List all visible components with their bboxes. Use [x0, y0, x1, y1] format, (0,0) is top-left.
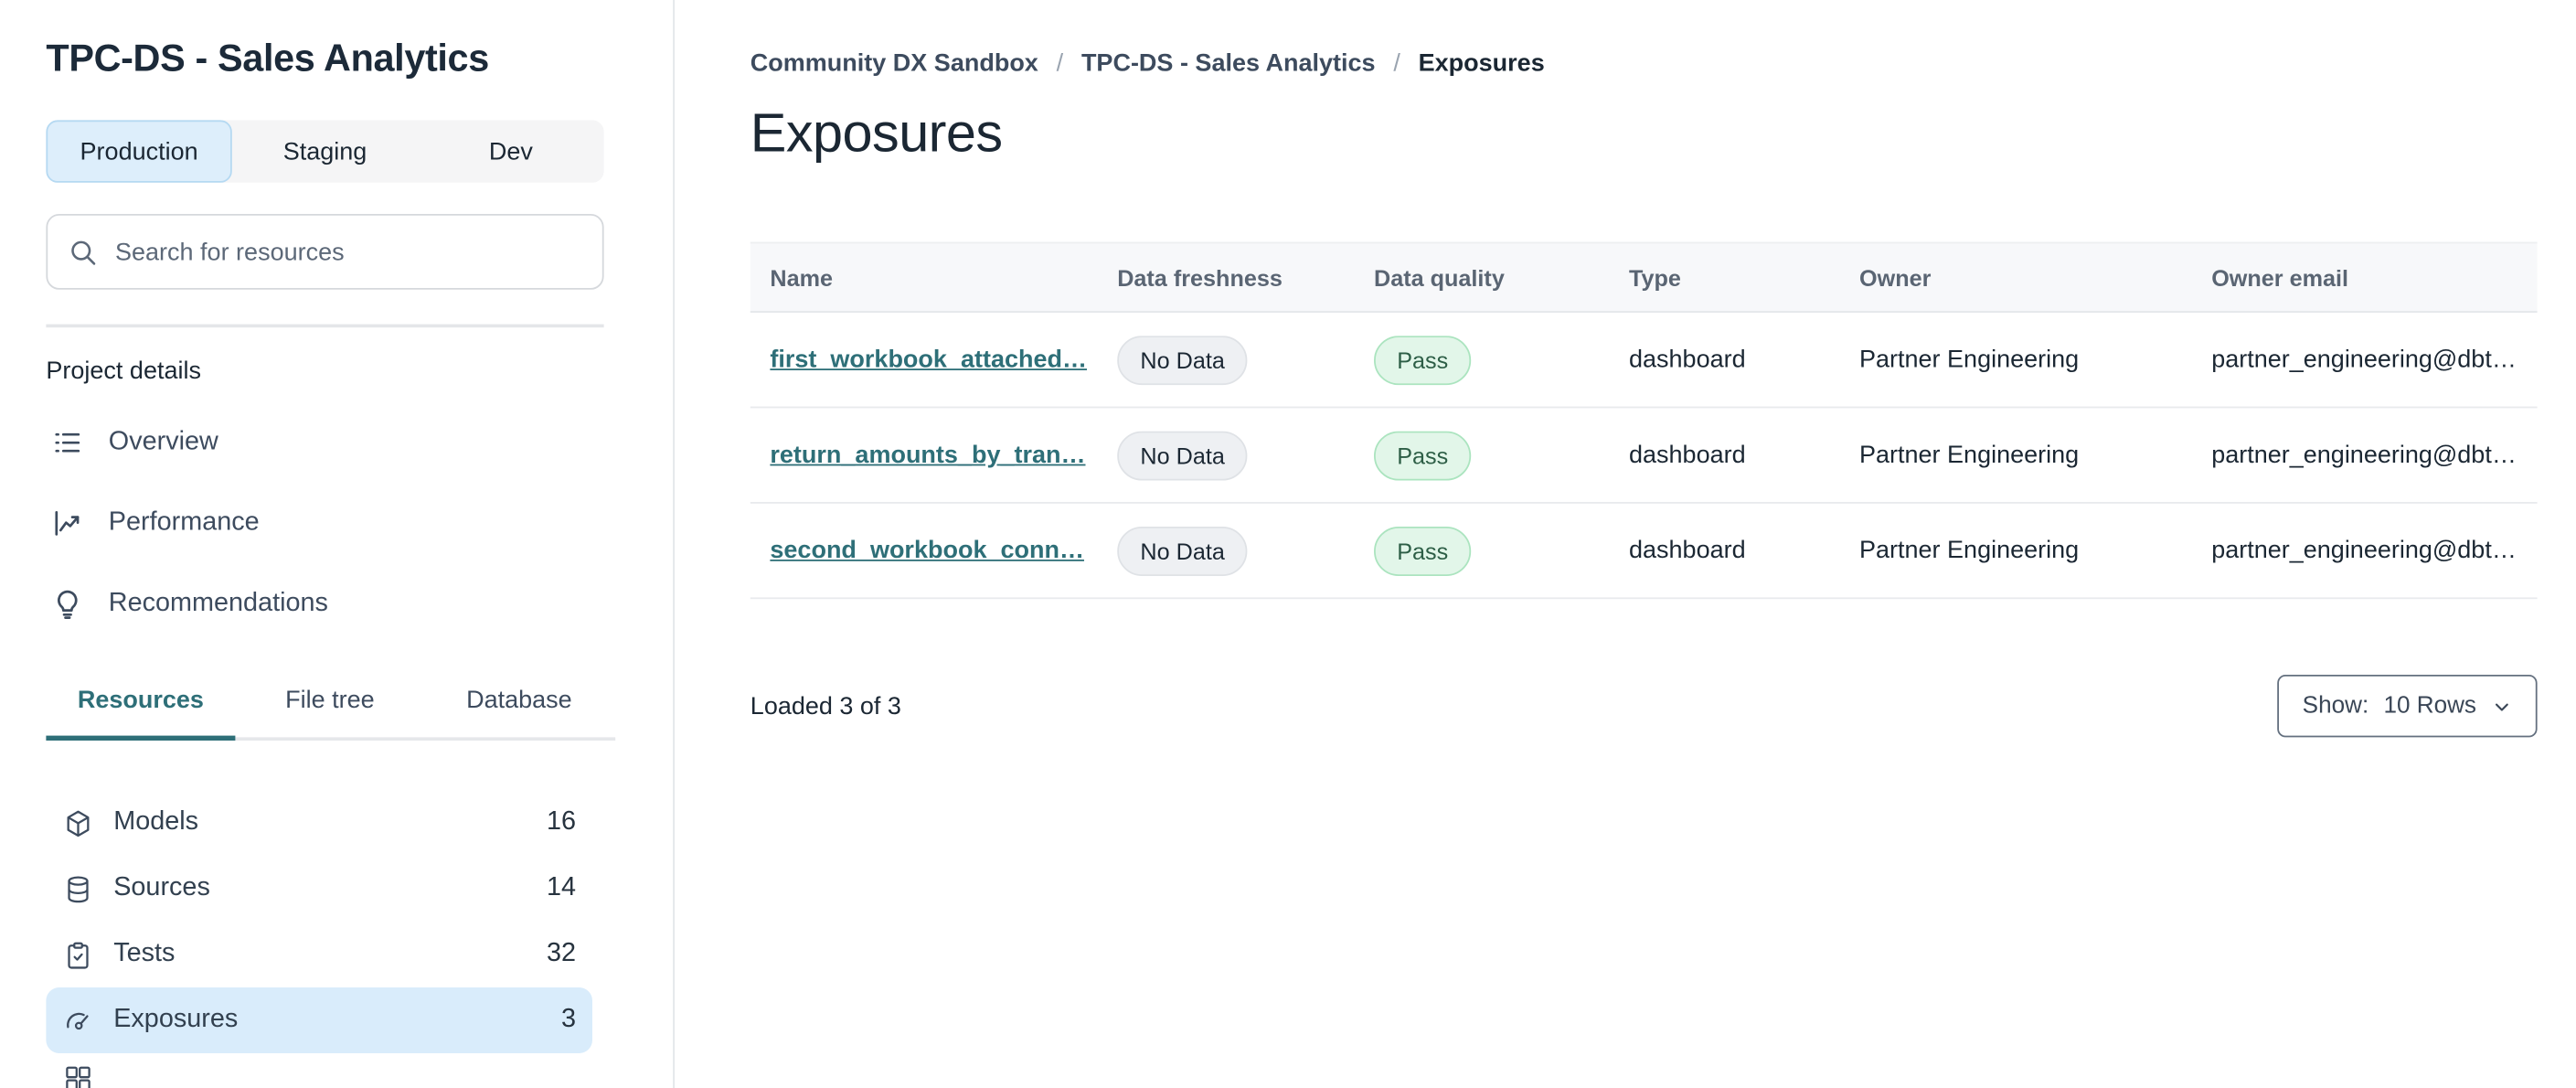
environment-tabs: Production Staging Dev [46, 120, 604, 183]
tab-file-tree[interactable]: File tree [235, 687, 424, 741]
exposure-name-link[interactable]: second_workbook_conn… [770, 537, 1084, 565]
show-label: Show: [2302, 692, 2369, 720]
nav-item-label: Recommendations [108, 588, 328, 617]
resource-list: Models 16 Sources 14 Tests 32 Exposures … [46, 790, 592, 1088]
resource-item-models[interactable]: Models 16 [46, 790, 592, 856]
breadcrumb-project[interactable]: TPC-DS - Sales Analytics [1081, 49, 1376, 78]
column-header-owner: Owner [1859, 263, 1932, 291]
nav-item-label: Overview [108, 427, 218, 455]
database-icon [62, 873, 113, 904]
sidebar-divider [46, 324, 604, 328]
env-tab-dev[interactable]: Dev [418, 120, 603, 182]
search-icon [68, 236, 99, 267]
dbt-explorer-app: TPC-DS - Sales Analytics Production Stag… [0, 0, 2576, 1088]
breadcrumb-separator: / [1056, 49, 1064, 78]
resource-label: Models [113, 807, 199, 837]
data-quality-badge: Pass [1374, 430, 1472, 480]
column-header-data-freshness: Data freshness [1117, 263, 1283, 291]
table-footer: Loaded 3 of 3 Show: 10 Rows [750, 675, 2538, 738]
gauge-icon [62, 1005, 113, 1036]
table-header-row: Name Data freshness Data quality Type Ow… [750, 241, 2538, 313]
cube-icon [62, 807, 113, 838]
exposure-owner-email: partner_engineering@dbt… [2211, 536, 2517, 565]
resource-item-tests[interactable]: Tests 32 [46, 922, 592, 987]
sidebar-main-divider [673, 0, 675, 1088]
app-viewport: TPC-DS - Sales Analytics Production Stag… [0, 0, 2576, 1088]
exposure-owner-email: partner_engineering@dbt… [2211, 441, 2517, 469]
data-quality-badge: Pass [1374, 335, 1472, 385]
nav-item-performance[interactable]: Performance [46, 482, 603, 562]
table-row: return_amounts_by_tran… No Data Pass das… [750, 408, 2538, 504]
nav-item-recommendations[interactable]: Recommendations [46, 563, 603, 644]
resource-item-exposures[interactable]: Exposures 3 [46, 987, 592, 1053]
resource-item-partial[interactable] [46, 1063, 592, 1088]
nav-item-overview[interactable]: Overview [46, 401, 603, 482]
tab-resources[interactable]: Resources [46, 687, 236, 741]
resource-count: 16 [546, 807, 576, 837]
data-freshness-badge: No Data [1117, 526, 1249, 576]
resource-search[interactable] [46, 214, 604, 290]
exposure-owner-email: partner_engineering@dbt… [2211, 346, 2517, 374]
page-title: Exposures [750, 101, 1003, 164]
exposure-type: dashboard [1629, 346, 1746, 374]
chevron-down-icon [2491, 696, 2512, 717]
nav-item-label: Performance [108, 507, 260, 536]
resource-label: Tests [113, 939, 176, 968]
column-header-owner-email: Owner email [2211, 263, 2349, 291]
exposure-owner: Partner Engineering [1859, 441, 2080, 469]
project-title: TPC-DS - Sales Analytics [46, 36, 489, 80]
show-value: 10 Rows [2383, 692, 2476, 720]
data-quality-badge: Pass [1374, 526, 1472, 576]
loaded-count-text: Loaded 3 of 3 [750, 691, 901, 720]
resource-count: 32 [546, 939, 576, 968]
data-freshness-badge: No Data [1117, 335, 1249, 385]
lightbulb-icon [51, 587, 84, 620]
resource-label: Exposures [113, 1005, 239, 1034]
exposure-type: dashboard [1629, 536, 1746, 565]
sidebar-view-tabs: Resources File tree Database [46, 687, 616, 741]
env-tab-production[interactable]: Production [46, 120, 232, 183]
column-header-data-quality: Data quality [1374, 263, 1505, 291]
resource-label: Sources [113, 873, 210, 902]
line-chart-icon [51, 507, 84, 539]
resource-item-sources[interactable]: Sources 14 [46, 856, 592, 922]
env-tab-staging[interactable]: Staging [232, 120, 418, 182]
main-content: Community DX Sandbox / TPC-DS - Sales An… [750, 0, 2538, 738]
data-freshness-badge: No Data [1117, 430, 1249, 480]
rows-per-page-dropdown[interactable]: Show: 10 Rows [2277, 675, 2538, 738]
exposure-name-link[interactable]: first_workbook_attached… [770, 346, 1087, 374]
column-header-name: Name [770, 263, 834, 291]
clipboard-check-icon [62, 939, 113, 970]
search-input[interactable] [115, 238, 583, 266]
exposure-owner: Partner Engineering [1859, 346, 2080, 374]
exposure-name-link[interactable]: return_amounts_by_tran… [770, 441, 1085, 469]
list-icon [51, 425, 84, 458]
resource-count: 14 [546, 873, 576, 902]
breadcrumb-account[interactable]: Community DX Sandbox [750, 49, 1038, 78]
column-header-type: Type [1629, 263, 1681, 291]
exposures-table: Name Data freshness Data quality Type Ow… [750, 241, 2538, 600]
project-details-label: Project details [46, 357, 201, 386]
table-row: first_workbook_attached… No Data Pass da… [750, 313, 2538, 409]
resource-count: 3 [560, 1005, 576, 1034]
exposure-owner: Partner Engineering [1859, 536, 2080, 565]
project-nav: Overview Performance Recommendations [46, 401, 603, 644]
breadcrumb-current: Exposures [1418, 49, 1545, 78]
sidebar: TPC-DS - Sales Analytics Production Stag… [0, 0, 673, 1088]
grid-icon [62, 1063, 113, 1088]
tab-database[interactable]: Database [424, 687, 613, 741]
table-row: second_workbook_conn… No Data Pass dashb… [750, 504, 2538, 600]
breadcrumb-separator: / [1393, 49, 1400, 78]
breadcrumb: Community DX Sandbox / TPC-DS - Sales An… [750, 0, 2538, 78]
exposure-type: dashboard [1629, 441, 1746, 469]
